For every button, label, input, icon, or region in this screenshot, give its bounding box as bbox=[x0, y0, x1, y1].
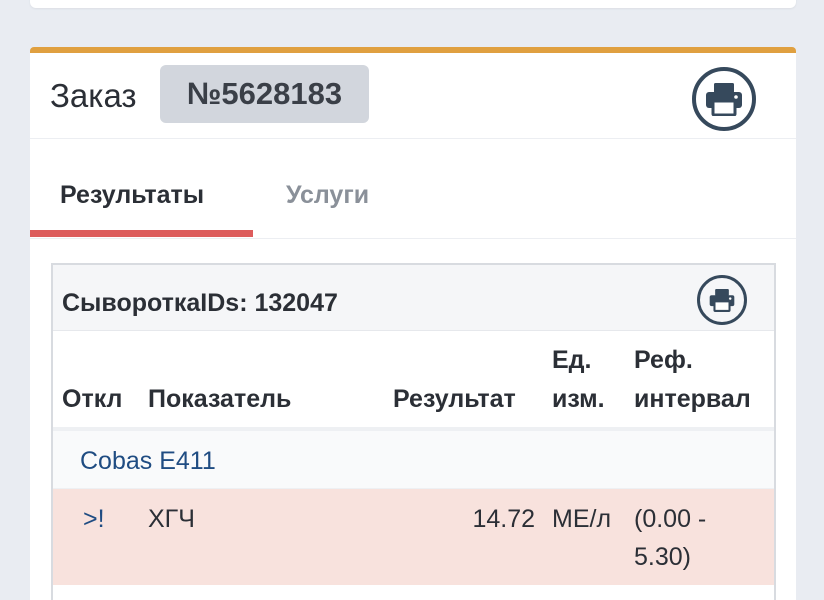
column-header-unit-line2: изм. bbox=[552, 385, 605, 413]
order-card: Заказ №5628183 Результаты Услуги Сыворот… bbox=[30, 47, 796, 600]
active-tab-indicator bbox=[30, 230, 253, 237]
printer-icon bbox=[706, 83, 742, 116]
print-sample-button[interactable] bbox=[697, 275, 747, 325]
printer-icon bbox=[709, 289, 735, 312]
deviation-flag: >! bbox=[83, 505, 105, 533]
reference-interval-line1: (0.00 - bbox=[634, 505, 707, 533]
sample-header: СывороткаIDs: 132047 bbox=[53, 265, 774, 331]
table-header: Откл Показатель Результат Ед. изм. Реф. … bbox=[53, 331, 774, 431]
column-header-result: Результат bbox=[393, 385, 516, 413]
order-number-badge: №5628183 bbox=[160, 65, 369, 123]
analyzer-name: Cobas E411 bbox=[80, 447, 216, 475]
sample-panel: СывороткаIDs: 132047 Откл Показатель Рез… bbox=[51, 263, 776, 600]
tab-results[interactable]: Результаты bbox=[60, 181, 204, 210]
unit-value: МЕ/л bbox=[552, 505, 612, 533]
column-header-unit-line1: Ед. bbox=[552, 346, 592, 374]
sample-title: СывороткаIDs: 132047 bbox=[62, 289, 338, 317]
order-label: Заказ bbox=[50, 77, 137, 114]
result-value: 14.72 bbox=[472, 505, 535, 533]
column-header-indicator: Показатель bbox=[148, 385, 292, 413]
print-order-button[interactable] bbox=[692, 67, 756, 131]
reference-interval-line2: 5.30) bbox=[634, 543, 691, 571]
analyzer-group-row: Cobas E411 bbox=[53, 431, 774, 489]
table-row[interactable]: >! ХГЧ 14.72 МЕ/л (0.00 - 5.30) bbox=[53, 489, 774, 585]
column-header-flag: Откл bbox=[62, 385, 123, 413]
column-header-ref-line1: Реф. bbox=[634, 346, 693, 374]
previous-card bbox=[30, 0, 796, 8]
column-header-ref-line2: интервал bbox=[634, 385, 751, 413]
tab-services[interactable]: Услуги bbox=[286, 181, 369, 210]
order-header: Заказ №5628183 bbox=[30, 53, 796, 139]
tab-bar: Результаты Услуги bbox=[30, 139, 796, 239]
indicator-name: ХГЧ bbox=[148, 505, 195, 533]
